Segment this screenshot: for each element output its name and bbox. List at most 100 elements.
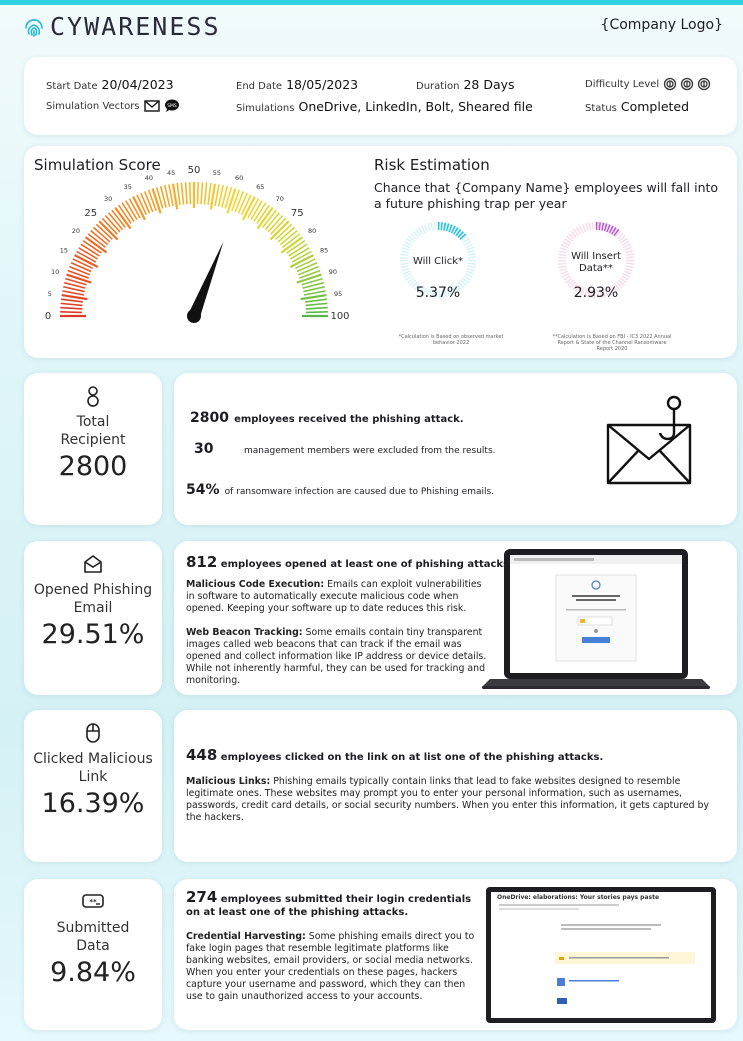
simulations: Simulations OneDrive, LinkedIn, Bolt, Sh…: [236, 99, 533, 114]
gauge-tick: [214, 184, 220, 207]
will-click-footnote: *Calculation is Based on observed market…: [398, 334, 504, 346]
difficulty-level: Difficulty Level: [585, 77, 711, 91]
simulation-score-gauge: 0 5 10 15 20 25 30 35 40 45 50 55 60 65 70 75 80 85 90 95 10…: [45, 166, 350, 323]
gauge-tick: [305, 298, 328, 303]
sms-vector-icon: SMS: [164, 99, 179, 112]
opened-label: Opened Phishing Email: [33, 582, 153, 616]
gauge-tick: [200, 182, 204, 205]
email-vector-icon: [143, 100, 160, 112]
opened-value: 29.51%: [41, 619, 145, 650]
excluded-count: 30: [194, 441, 214, 457]
gauge-tick: [62, 290, 85, 296]
gauge-tick: [303, 290, 326, 296]
gauge-tick-label: 10: [51, 268, 59, 276]
gauge-tick-label: 40: [145, 174, 153, 182]
will-insert-value: 2.93%: [573, 285, 619, 301]
clicked-link-card: Clicked Malicious Link 16.39%: [24, 710, 162, 862]
malicious-links-paragraph: Malicious Links: Phishing emails typical…: [186, 776, 710, 823]
gauge-tick: [140, 192, 151, 214]
laptop-phishing-email-screenshot: [482, 549, 710, 689]
gauge-tick-label: 45: [167, 169, 175, 177]
top-accent-bar: [0, 0, 743, 5]
total-recipient-value: 2800: [58, 451, 128, 482]
gauge-tick-label: 5: [48, 290, 52, 298]
brand: CYWARENESS: [22, 12, 221, 41]
mouse-icon: [24, 720, 162, 746]
will-click-value: 5.37%: [415, 285, 461, 301]
gauge-tick: [60, 306, 83, 310]
login-page-screenshot: OneDrive: elaborations: Your stories pay…: [486, 887, 716, 1023]
gauge-tick: [305, 302, 328, 307]
screenshot-title: OneDrive: elaborations: Your stories pay…: [497, 894, 660, 901]
opened-phishing-card: Opened Phishing Email 29.51%: [24, 541, 162, 695]
status: Status Completed: [585, 99, 690, 114]
gauge-tick-label: 20: [72, 227, 80, 235]
gauge-needle: [188, 241, 224, 319]
gauge-tick: [66, 273, 92, 284]
gauge-tick-label: 35: [124, 183, 132, 191]
gauge-tick-label: 85: [320, 247, 328, 255]
simulation-info-card: Start Date 20/04/2023 End Date 18/05/202…: [24, 57, 737, 135]
svg-text:**: **: [89, 898, 97, 906]
web-beacon-paragraph: Web Beacon Tracking: Some emails contain…: [186, 627, 487, 686]
gauge-tick: [226, 188, 237, 214]
gauge-tick-label: 90: [329, 268, 337, 276]
gauge-tick: [60, 298, 83, 303]
clicked-headline: 448 employees clicked on the link on at …: [186, 746, 604, 764]
gauge-tick: [176, 182, 181, 205]
gauge-tick-label: 60: [235, 174, 243, 182]
gauge-tick: [143, 191, 154, 213]
gauge-tick: [203, 182, 208, 205]
will-insert-footnote: **Calculation is Based on FBI - IC3 2022…: [552, 334, 672, 352]
duration: Duration 28 Days: [416, 77, 515, 92]
gauge-tick-label: 30: [104, 195, 112, 203]
gauge-tick-label: 25: [84, 208, 97, 219]
open-envelope-icon: [24, 551, 162, 577]
gauge-tick: [196, 182, 200, 205]
excluded-text: management members were excluded from th…: [244, 446, 496, 456]
gauge-tick: [60, 302, 83, 307]
gauge-tick-label: 65: [256, 183, 264, 191]
gauge-tick-label: 75: [291, 208, 304, 219]
gauge-tick: [207, 182, 212, 205]
total-recipient-card: Total Recipient 2800: [24, 373, 162, 525]
gauge-tick-label: 55: [213, 169, 221, 177]
clicked-label: Clicked Malicious Link: [33, 751, 153, 785]
gauge-tick-label: 15: [60, 247, 68, 255]
gauge-tick-label: 50: [188, 166, 201, 176]
simulation-vectors: Simulation Vectors SMS: [46, 99, 180, 113]
gauge-tick: [60, 310, 83, 314]
will-insert-label: Will Insert Data**: [571, 251, 621, 274]
gauge-tick: [296, 273, 322, 284]
credential-harvesting-paragraph: Credential Harvesting: Some phishing ema…: [186, 931, 475, 1002]
gauge-tick: [305, 310, 328, 314]
gauge-tick-label: 95: [334, 290, 342, 298]
gauge-tick: [168, 184, 174, 207]
phishing-envelope-hook-icon: [606, 395, 692, 485]
score-risk-card: Simulation Score 0 5 10 15 20 25 30 35 40 45 50 55 6…: [24, 146, 737, 358]
recipients-line-3: 54% of ransomware infection are caused d…: [186, 482, 495, 498]
company-logo-placeholder: {Company Logo}: [600, 17, 723, 33]
malicious-code-paragraph: Malicious Code Execution: Emails can exp…: [186, 579, 482, 614]
svg-text:SMS: SMS: [167, 103, 177, 109]
recipients-detail-card: 2800 employees received the phishing att…: [174, 373, 737, 525]
person-icon: [24, 383, 162, 409]
clicked-detail-card: 448 employees clicked on the link on at …: [174, 710, 737, 862]
submitted-value: 9.84%: [50, 957, 136, 988]
screenshot-screen: OneDrive: elaborations: Your stories pay…: [491, 892, 711, 1018]
total-recipient-label: Total Recipient: [60, 414, 126, 448]
submitted-headline: 274 employees submitted their login cred…: [186, 888, 472, 919]
submitted-detail-card: 274 employees submitted their login cred…: [174, 879, 737, 1030]
gauge-tick-label: 70: [276, 195, 284, 203]
brand-name: CYWARENESS: [50, 12, 221, 41]
opened-detail-card: 812 employees opened at least one of phi…: [174, 541, 737, 695]
end-date: End Date 18/05/2023: [236, 77, 359, 92]
start-date: Start Date 20/04/2023: [46, 77, 174, 92]
submitted-data-card: ** Submitted Data 9.84%: [24, 879, 162, 1030]
gauge-tick: [234, 191, 245, 213]
gauge-tick: [188, 182, 192, 205]
screenshot-body-graphic: [499, 904, 695, 1004]
gauge-tick-label: 80: [308, 227, 316, 235]
will-click-label: Will Click*: [412, 256, 463, 267]
difficulty-fingerprint-icons: [664, 77, 711, 91]
